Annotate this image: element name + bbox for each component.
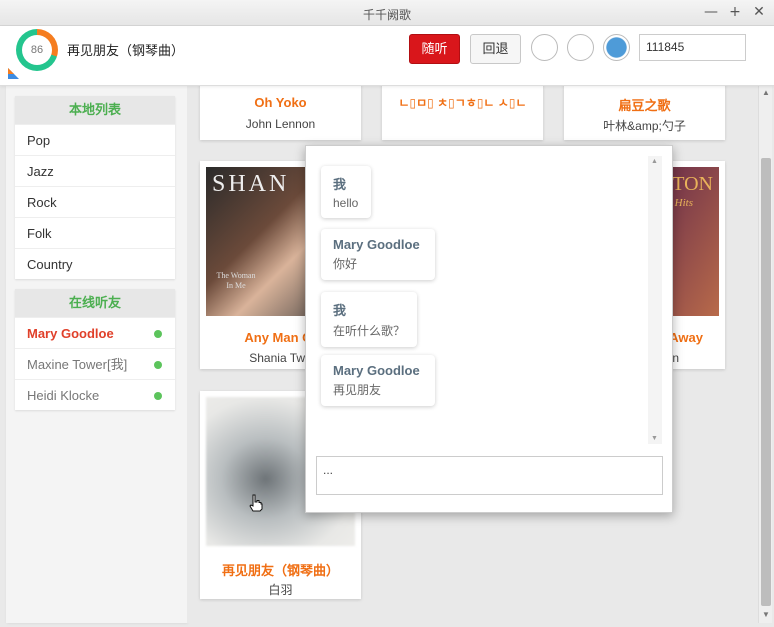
friend-item[interactable]: Heidi Klocke xyxy=(15,379,175,410)
local-item-pop[interactable]: Pop xyxy=(15,124,175,155)
hand-cursor-icon xyxy=(249,494,263,512)
local-item-rock[interactable]: Rock xyxy=(15,186,175,217)
player-header: 86 再见朋友（钢琴曲） 随听 回退 111845 xyxy=(0,26,774,86)
local-list-title: 本地列表 xyxy=(15,96,175,124)
friend-item[interactable]: Mary Goodloe xyxy=(15,317,175,348)
progress-ring: 86 xyxy=(16,29,58,71)
local-item-country[interactable]: Country xyxy=(15,248,175,279)
minimize-button[interactable]: — xyxy=(704,4,718,20)
cover-text: TON xyxy=(672,173,713,195)
room-code-input[interactable]: 111845 xyxy=(639,34,746,61)
status-indicator-icon[interactable] xyxy=(603,34,630,61)
circle-button-1[interactable] xyxy=(531,34,558,61)
chat-messages: 我 hello Mary Goodloe 你好 我 在听什么歌？ Mary Go… xyxy=(306,146,651,446)
message-text: 你好 xyxy=(333,257,358,271)
local-item-folk[interactable]: Folk xyxy=(15,217,175,248)
song-title: ㄴ▯ㅁ▯ ㅊ▯ㄱㅎ▯ㄴ ㅅ▯ㄴ xyxy=(398,96,527,110)
message-text: 在听什么歌？ xyxy=(333,324,406,338)
cover-text: SHAN xyxy=(212,171,290,197)
progress-value: 86 xyxy=(30,44,44,56)
message-sender: 我 xyxy=(333,177,347,192)
close-button[interactable]: ✕ xyxy=(752,4,766,20)
message-sender: Mary Goodloe xyxy=(333,363,420,378)
online-dot-icon xyxy=(154,361,162,369)
cover-subtext: The Woman In Me xyxy=(216,271,256,290)
scroll-down-icon[interactable]: ▼ xyxy=(762,610,770,619)
local-list-panel: 本地列表 Pop Jazz Rock Folk Country xyxy=(15,96,175,279)
song-title: 扁豆之歌 xyxy=(618,98,671,113)
song-artist: 白羽 xyxy=(268,583,293,597)
message-text: 再见朋友 xyxy=(333,383,382,397)
chat-scrollbar[interactable]: ▲ ▼ xyxy=(648,156,662,444)
online-friends-title: 在线听友 xyxy=(15,289,175,317)
chat-dialog: 我 hello Mary Goodloe 你好 我 在听什么歌？ Mary Go… xyxy=(305,145,673,513)
maximize-button[interactable]: + xyxy=(728,4,742,20)
chat-message: Mary Goodloe 再见朋友 xyxy=(321,355,435,406)
online-dot-icon xyxy=(154,392,162,400)
friend-name: Maxine Tower[我] xyxy=(27,357,128,372)
message-sender: 我 xyxy=(333,303,347,318)
chat-message: 我 hello xyxy=(321,166,371,218)
scrollbar-thumb[interactable] xyxy=(761,158,771,606)
message-sender: Mary Goodloe xyxy=(333,237,420,252)
circle-button-2[interactable] xyxy=(567,34,594,61)
song-title: Oh Yoko xyxy=(254,95,307,110)
online-friends-panel: 在线听友 Mary Goodloe Maxine Tower[我] Heidi … xyxy=(15,289,175,410)
song-card[interactable]: 扁豆之歌 叶林&amp;勺子 xyxy=(564,86,725,140)
song-card[interactable]: ㄴ▯ㅁ▯ ㅊ▯ㄱㅎ▯ㄴ ㅅ▯ㄴ xyxy=(382,86,543,140)
page-scrollbar[interactable]: ▲ ▼ xyxy=(758,86,772,623)
sidebar: 本地列表 Pop Jazz Rock Folk Country 在线听友 Mar… xyxy=(6,86,187,623)
back-button[interactable]: 回退 xyxy=(470,34,521,64)
random-listen-button[interactable]: 随听 xyxy=(409,34,460,64)
scroll-down-icon[interactable]: ▼ xyxy=(651,435,658,442)
window-title: 千千阙歌 xyxy=(362,8,411,22)
song-artist: John Lennon xyxy=(245,117,316,131)
window-controls: — + ✕ xyxy=(704,4,766,20)
message-text: hello xyxy=(333,196,359,210)
song-artist: 叶林&amp;勺子 xyxy=(603,119,686,133)
song-card[interactable]: Oh Yoko John Lennon xyxy=(200,86,361,140)
chat-input[interactable]: ... xyxy=(316,456,663,495)
friend-name: Heidi Klocke xyxy=(27,388,100,403)
cover-subtext: Hits xyxy=(674,197,693,209)
song-title: 再见朋友（钢琴曲） xyxy=(221,563,339,578)
title-bar: 千千阙歌 — + ✕ xyxy=(0,0,774,26)
scroll-up-icon[interactable]: ▲ xyxy=(762,88,770,97)
friend-name: Mary Goodloe xyxy=(27,326,114,341)
scroll-up-icon[interactable]: ▲ xyxy=(651,158,658,165)
corner-accent-icon xyxy=(8,68,14,74)
friend-item[interactable]: Maxine Tower[我] xyxy=(15,348,175,379)
local-item-jazz[interactable]: Jazz xyxy=(15,155,175,186)
chat-message: Mary Goodloe 你好 xyxy=(321,229,435,280)
now-playing-title: 再见朋友（钢琴曲） xyxy=(67,43,185,58)
online-dot-icon xyxy=(154,330,162,338)
chat-message: 我 在听什么歌？ xyxy=(321,292,417,347)
